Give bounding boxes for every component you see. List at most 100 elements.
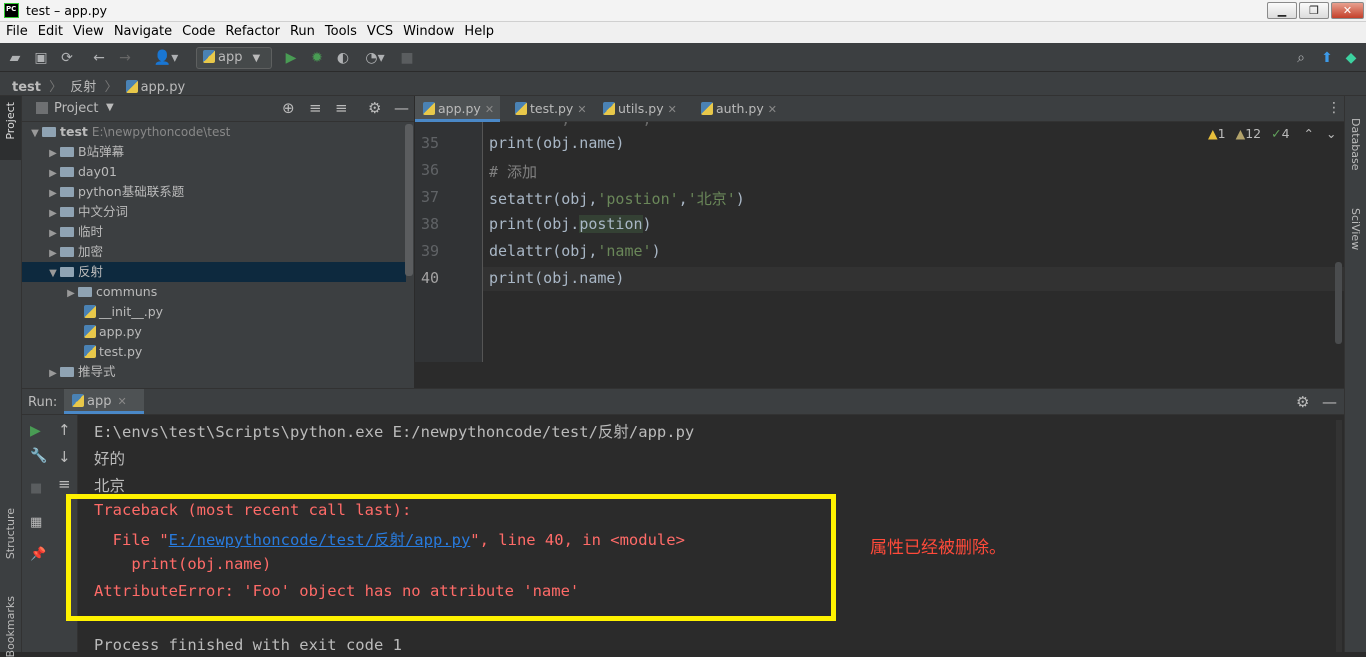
close-icon[interactable]: ✕ (768, 103, 777, 116)
structure-tool-button[interactable]: Structure (4, 508, 17, 559)
console-output: 好的 (94, 450, 126, 468)
search-icon[interactable]: ⌕ (1292, 49, 1310, 67)
tab-test-py[interactable]: test.py ✕ (507, 96, 593, 122)
menu-navigate[interactable]: Navigate (108, 22, 176, 43)
python-file-icon (701, 102, 713, 115)
debug-icon[interactable]: ✹ (308, 49, 326, 67)
more-options-icon[interactable]: ⋮ (1327, 100, 1341, 116)
update-icon[interactable]: ⬆ (1318, 49, 1336, 67)
pin-icon[interactable]: 📌 (30, 547, 46, 562)
restore-button[interactable]: ❐ (1299, 2, 1329, 19)
project-tree: ▼ test E:\newpythoncode\test ▶ B站弹幕 ▶ day01… (22, 122, 414, 388)
close-icon[interactable]: ✕ (577, 103, 586, 116)
menu-help[interactable]: Help (458, 22, 498, 43)
menu-edit[interactable]: Edit (32, 22, 67, 43)
tree-item-root[interactable]: ▼ test E:\newpythoncode\test (22, 122, 406, 142)
menu-refactor[interactable]: Refactor (219, 22, 284, 43)
open-folder-icon[interactable]: ▰ (6, 49, 24, 67)
breadcrumb-file[interactable]: app.py (141, 80, 186, 95)
menu-file[interactable]: File (0, 22, 32, 43)
hide-icon[interactable]: — (394, 99, 409, 117)
menu-code[interactable]: Code (176, 22, 219, 43)
console-scrollbar[interactable] (1336, 420, 1342, 652)
inspection-widget[interactable]: ▲1 ▲12 ✓4 ⌃ ⌄ (1208, 126, 1336, 141)
tree-item-file[interactable]: test.py (22, 342, 406, 362)
tree-item-folder[interactable]: ▶ B站弹幕 (22, 142, 406, 162)
bookmarks-tool-button[interactable]: Bookmarks (4, 596, 17, 657)
project-scrollbar[interactable] (405, 124, 413, 276)
chevron-right-icon: ▶ (49, 248, 57, 259)
close-icon[interactable]: ✕ (485, 103, 494, 116)
tree-item-folder[interactable]: ▶ 临时 (22, 222, 406, 242)
run-tab-app[interactable]: app ✕ (64, 389, 144, 414)
user-icon[interactable]: 👤▾ (152, 49, 180, 67)
python-file-icon (125, 80, 138, 93)
run-config-label: app (218, 50, 243, 65)
tab-auth-py[interactable]: auth.py ✕ (693, 96, 783, 122)
coverage-icon[interactable]: ◐ (334, 49, 352, 67)
tree-item-folder[interactable]: ▶ python基础联系题 (22, 182, 406, 202)
hide-icon[interactable]: — (1322, 393, 1337, 411)
soft-wrap-icon[interactable]: ≡ (58, 475, 71, 493)
chevron-right-icon: ▶ (49, 148, 57, 159)
tree-item-file[interactable]: __init__.py (22, 302, 406, 322)
expand-all-icon[interactable]: ≡ (309, 99, 322, 117)
breadcrumb-folder[interactable]: 反射 (70, 80, 96, 95)
close-button[interactable]: ✕ (1331, 2, 1364, 19)
locate-icon[interactable]: ⊕ (282, 99, 295, 117)
gear-icon[interactable]: ⚙ (1296, 393, 1309, 411)
run-icon[interactable]: ▶ (282, 49, 300, 67)
profile-icon[interactable]: ◔▾ (360, 49, 390, 67)
sync-icon[interactable]: ⟳ (58, 49, 76, 67)
line-number: 40 (420, 269, 439, 287)
project-view-select[interactable]: Project (54, 101, 98, 116)
minimize-button[interactable]: ▁ (1267, 2, 1297, 19)
rerun-icon[interactable]: ▶ (30, 423, 41, 439)
plugin-icon[interactable]: ◆ (1342, 49, 1360, 67)
collapse-all-icon[interactable]: ≡ (335, 99, 348, 117)
tree-item-folder[interactable]: ▶ 加密 (22, 242, 406, 262)
window-title: test – app.py (26, 3, 108, 18)
warning-icon: ▲ (1235, 126, 1246, 141)
tree-item-file[interactable]: app.py (22, 322, 406, 342)
menu-tools[interactable]: Tools (319, 22, 361, 43)
gear-icon[interactable]: ⚙ (368, 99, 381, 117)
stop-icon[interactable]: ■ (398, 49, 416, 67)
menu-window[interactable]: Window (397, 22, 458, 43)
tab-utils-py[interactable]: utils.py ✕ (595, 96, 683, 122)
chevron-right-icon: ▶ (49, 188, 57, 199)
save-icon[interactable]: ▣ (32, 49, 50, 67)
run-configuration-select[interactable]: app ▼ (196, 47, 272, 69)
tree-item-folder[interactable]: ▶ communs (22, 282, 406, 302)
stop-icon[interactable]: ■ (30, 481, 42, 496)
editor-scrollbar[interactable] (1335, 262, 1342, 344)
chevron-up-icon[interactable]: ⌃ (1304, 126, 1314, 141)
project-tool-button[interactable]: Project (4, 102, 17, 140)
scroll-down-icon[interactable]: ↓ (58, 448, 71, 466)
database-tool-button[interactable]: Database (1349, 118, 1362, 171)
annotation-text: 属性已经被删除。 (870, 538, 1006, 558)
wrench-icon[interactable]: 🔧 (30, 448, 47, 464)
menu-vcs[interactable]: VCS (361, 22, 397, 43)
tree-item-folder[interactable]: ▶ 中文分词 (22, 202, 406, 222)
folder-icon (60, 247, 74, 257)
tree-item-folder[interactable]: ▶ day01 (22, 162, 406, 182)
back-arrow-icon[interactable]: ← (90, 49, 108, 67)
chevron-down-icon[interactable]: ⌄ (1326, 126, 1336, 141)
scroll-up-icon[interactable]: ↑ (58, 421, 71, 439)
close-icon[interactable]: ✕ (668, 103, 677, 116)
menu-run[interactable]: Run (284, 22, 319, 43)
breadcrumb-project[interactable]: test (12, 80, 41, 95)
folder-icon (60, 167, 74, 177)
close-icon[interactable]: ✕ (117, 395, 126, 408)
code-line: print(obj.postion) (489, 215, 652, 233)
tab-app-py[interactable]: app.py ✕ (415, 96, 501, 122)
layout-icon[interactable]: ▦ (30, 515, 42, 530)
menu-view[interactable]: View (67, 22, 108, 43)
tree-item-folder[interactable]: ▶ 推导式 (22, 362, 406, 382)
code-editor[interactable]: , , 35 print(obj.name) 36 # 添加 37 setatt… (415, 122, 1344, 388)
sciview-tool-button[interactable]: SciView (1349, 208, 1362, 250)
editor-tabs: app.py ✕ test.py ✕ utils.py ✕ auth.py ✕ ⋮ (415, 96, 1344, 122)
tree-item-folder-selected[interactable]: ▼ 反射 (22, 262, 406, 282)
forward-arrow-icon[interactable]: → (116, 49, 134, 67)
